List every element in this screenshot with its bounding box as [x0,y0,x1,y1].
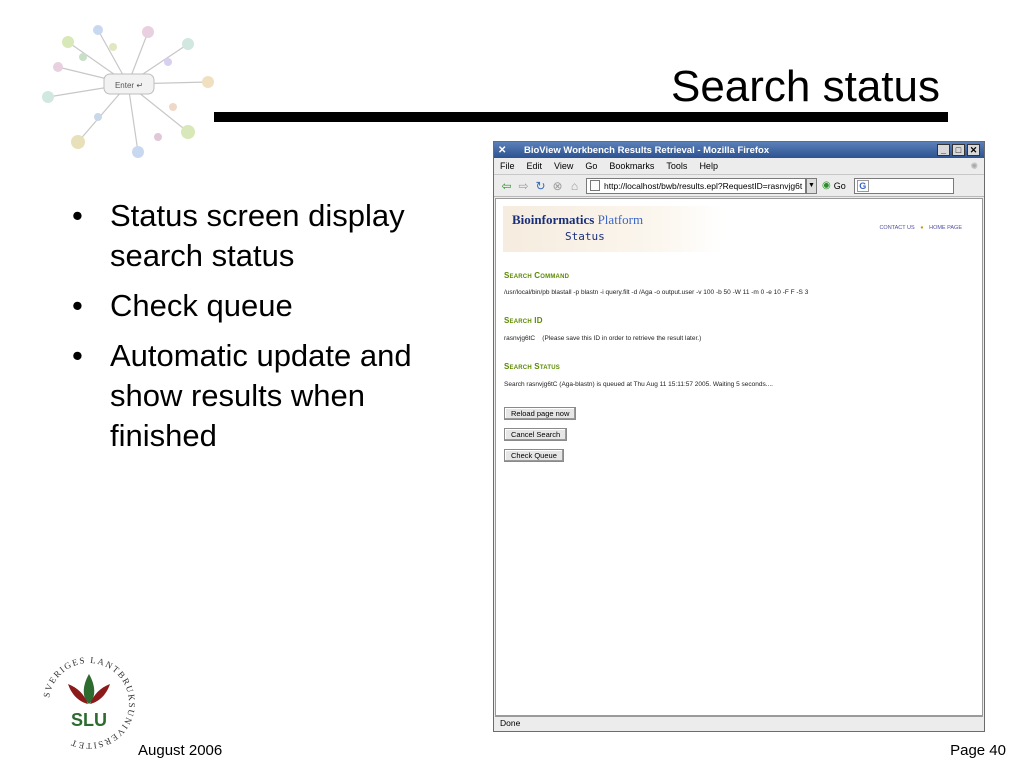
menu-edit[interactable]: Edit [527,161,543,171]
slu-letters: SLU [71,710,107,730]
bullet-item: • Status screen display search status [72,198,405,273]
menu-tools[interactable]: Tools [666,161,687,171]
title-divider [214,112,948,122]
check-queue-button[interactable]: Check Queue [504,449,564,462]
url-input[interactable]: http://localhost/bwb/results.epl?Request… [586,177,806,194]
close-icon[interactable]: ✕ [967,144,980,156]
bullet-dot-icon: • [72,198,83,233]
bullet-dot-icon: • [72,288,83,323]
browser-window: ✕ BioView Workbench Results Retrieval - … [493,141,985,732]
browser-statusbar: Done [495,716,983,730]
window-titlebar: ✕ BioView Workbench Results Retrieval - … [494,142,984,158]
url-text: http://localhost/bwb/results.epl?Request… [604,180,803,191]
bullet-item: • Check queue [70,286,470,326]
go-icon: ◉ [822,180,831,191]
menu-bookmarks[interactable]: Bookmarks [609,161,654,171]
menu-view[interactable]: View [554,161,573,171]
forward-arrow-icon[interactable]: ⇨ [515,179,532,193]
reload-page-button[interactable]: Reload page now [504,407,577,420]
slide-title: Search status [670,62,940,111]
back-arrow-icon[interactable]: ⇦ [498,179,515,193]
banner-subtitle: Status [565,230,605,243]
menu-go[interactable]: Go [585,161,597,171]
bullet-list: • Status screen display search status • Ch… [70,196,470,466]
cancel-search-button[interactable]: Cancel Search [504,428,568,441]
enter-key-label: Enter ↵ [115,81,143,90]
menu-bar: File Edit View Go Bookmarks Tools Help ✺ [494,158,984,175]
navigation-toolbar: ⇦ ⇨ ↻ ⊗ ⌂ http://localhost/bwb/results.e… [494,175,984,197]
page-icon [590,180,600,191]
slu-logo: SVERIGES LANTBRUKSUNIVERSITET SLU [41,655,135,751]
banner-title: Bioinformatics Platform [512,212,644,227]
go-label: Go [833,180,846,191]
top-links: CONTACT US ● HOME PAGE [879,225,962,231]
stop-icon[interactable]: ⊗ [549,179,566,193]
home-icon[interactable]: ⌂ [566,179,583,193]
footer-date: August 2006 [138,742,223,759]
search-input[interactable]: G [853,177,954,194]
url-history-dropdown[interactable]: ▼ [806,177,817,194]
window-menu-icon[interactable]: ✕ [498,145,512,156]
link-separator-icon: ● [920,225,924,231]
page-banner: Bioinformatics Platform Status [503,206,723,252]
network-graph-logo: Enter ↵ [42,25,214,158]
bullet-item: • Automatic update and show results when … [72,338,412,453]
footer-page-number: Page 40 [950,742,1006,759]
search-command-heading: Search Command [504,271,570,280]
window-title: BioView Workbench Results Retrieval - Mo… [524,144,770,156]
go-button[interactable]: ◉ Go [822,180,846,191]
menu-help[interactable]: Help [699,161,718,171]
page-content: Bioinformatics Platform Status CONTACT U… [495,198,983,716]
menu-file[interactable]: File [500,161,515,171]
maximize-icon[interactable]: □ [952,144,965,156]
bullet-dot-icon: • [72,338,83,373]
google-icon: G [856,179,869,192]
contact-us-link[interactable]: CONTACT US [879,225,914,231]
reload-icon[interactable]: ↻ [532,179,549,193]
throbber-icon: ✺ [970,160,978,171]
search-status-text: Search rasnvjg6tC (Aga-blastn) is queued… [504,381,773,388]
search-id-text: rasnvjg6tC (Please save this ID in order… [504,335,702,342]
search-status-heading: Search Status [504,362,560,371]
minimize-icon[interactable]: _ [937,144,950,156]
home-page-link[interactable]: HOME PAGE [929,225,962,231]
search-id-heading: Search ID [504,316,543,325]
search-command-text: /usr/local/bin/pb blastall -p blastn -i … [504,289,809,296]
